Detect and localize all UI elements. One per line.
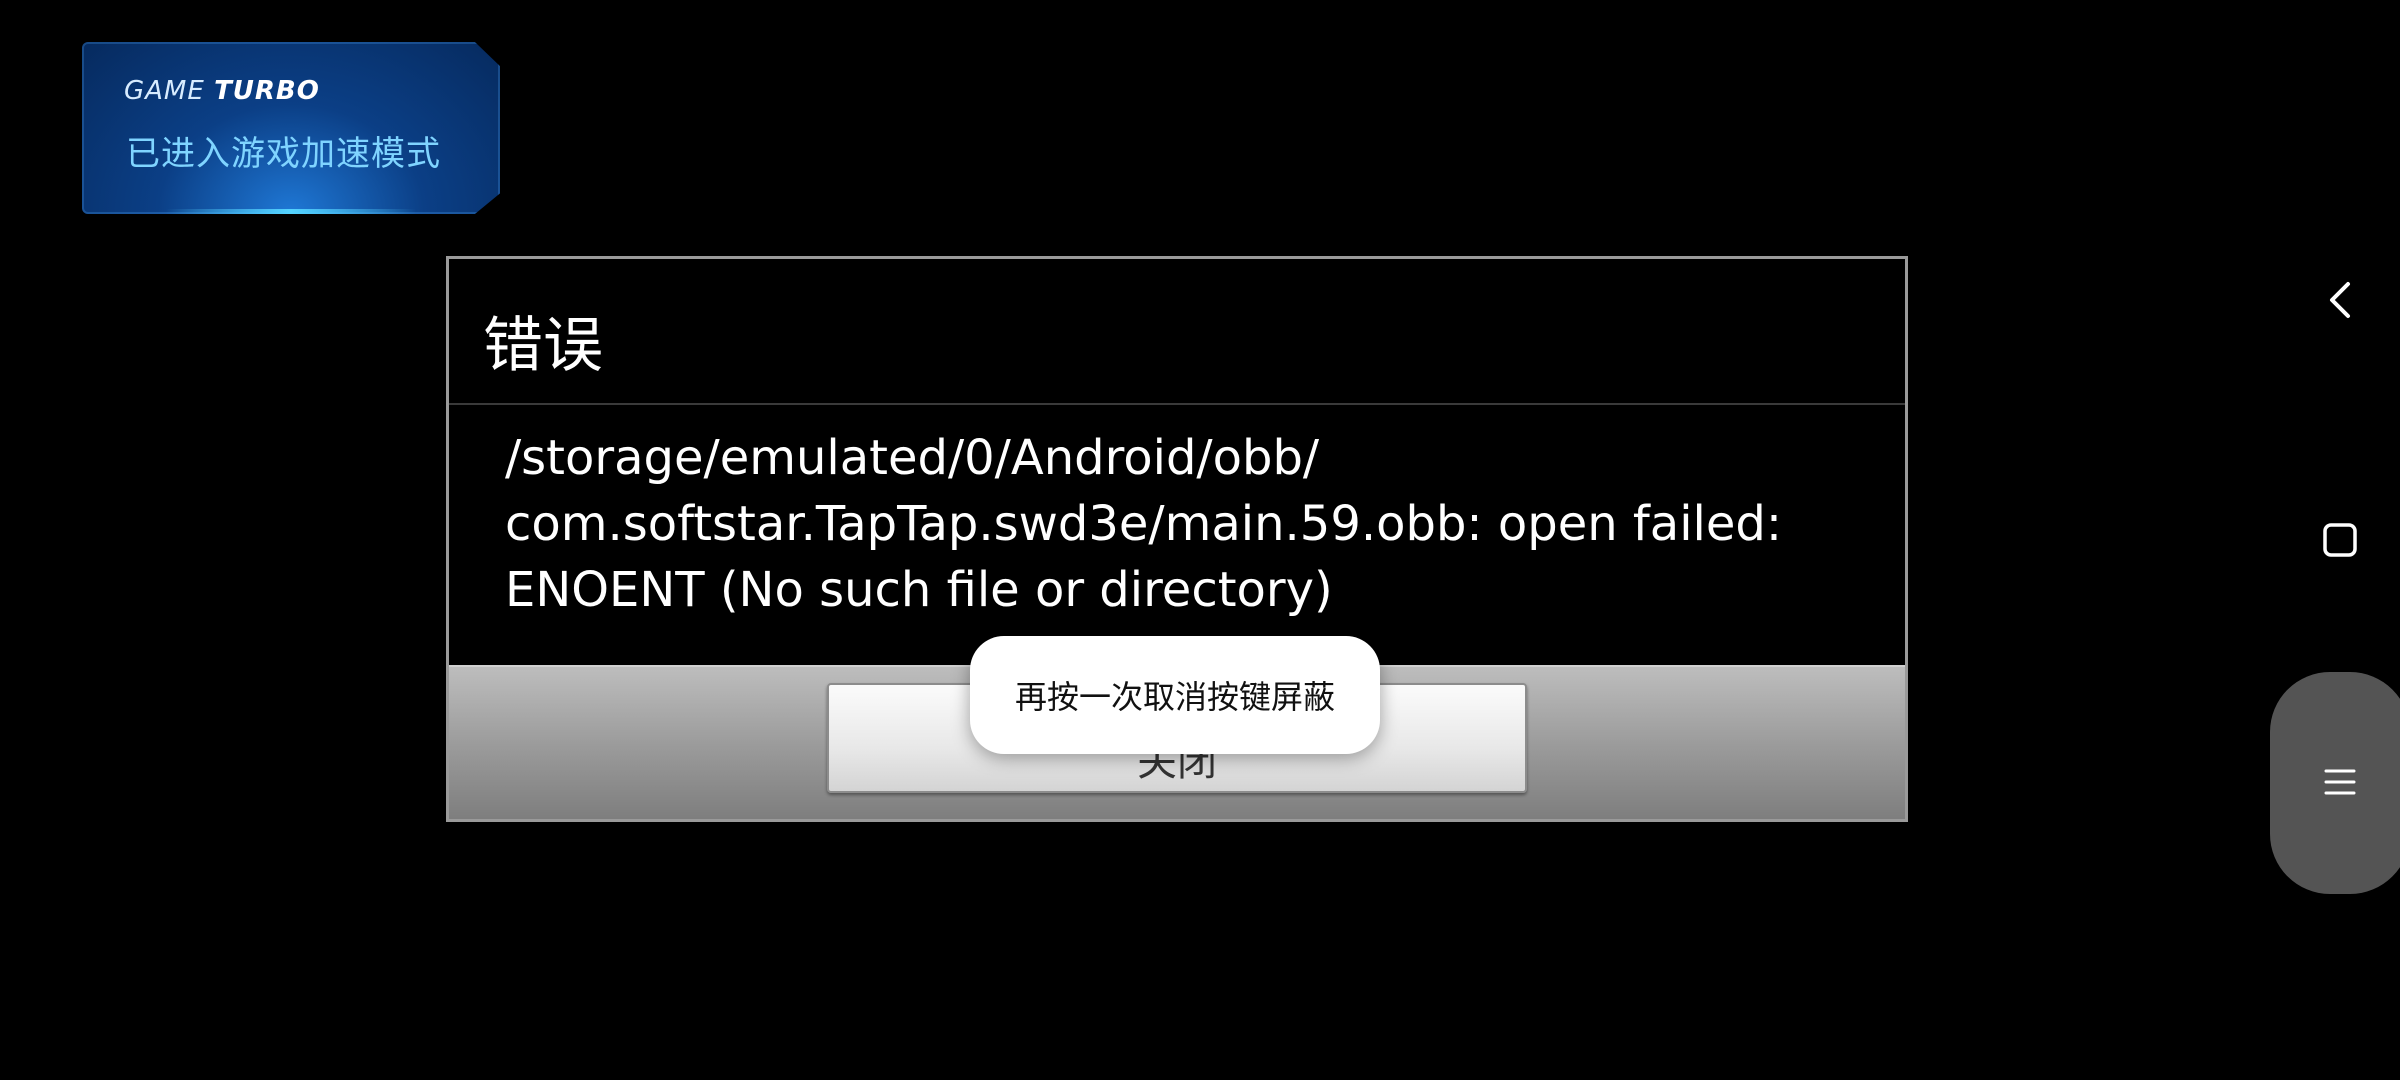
game-turbo-logo: GAME TURBO: [124, 76, 320, 106]
error-message: /storage/emulated/0/Android/obb/ com.sof…: [505, 430, 1783, 618]
brand-light-text: GAME: [124, 76, 205, 106]
dialog-title: 错误: [483, 311, 603, 381]
home-button[interactable]: [2310, 510, 2370, 570]
toast-message: 再按一次取消按键屏蔽: [970, 636, 1380, 754]
menu-icon: [2324, 769, 2356, 795]
game-screen: GAME TURBO 已进入游戏加速模式 错误 错误 /storage/emul…: [0, 0, 2400, 1080]
square-icon: [2323, 523, 2357, 557]
turbo-mode-message: 已进入游戏加速模式: [126, 134, 441, 174]
brand-bold-text: TURBO: [214, 76, 320, 106]
back-button[interactable]: [2310, 270, 2370, 330]
menu-button[interactable]: [2310, 752, 2370, 812]
game-turbo-badge: GAME TURBO 已进入游戏加速模式: [82, 42, 500, 214]
dialog-divider: [449, 403, 1905, 405]
chevron-left-icon: [2330, 282, 2350, 318]
